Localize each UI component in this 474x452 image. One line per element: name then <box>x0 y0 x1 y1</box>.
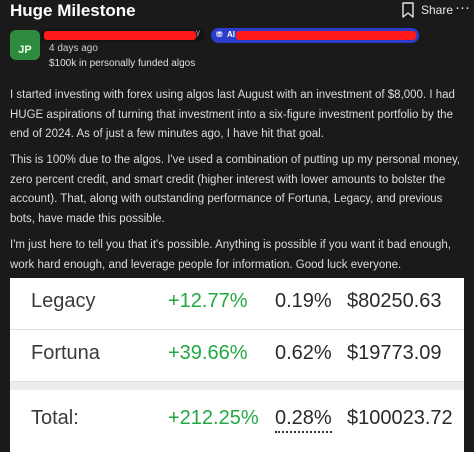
portfolio-row: Legacy +12.77% 0.19% $80250.63 <box>10 278 464 330</box>
avatar[interactable]: JP <box>10 30 40 60</box>
total-label: Total: <box>31 407 79 429</box>
post-title: Huge Milestone <box>10 1 136 20</box>
share-button[interactable]: Share <box>421 3 453 17</box>
author-name-redaction <box>44 31 196 40</box>
portfolio-row: Fortuna +39.66% 0.62% $19773.09 <box>10 330 464 382</box>
portfolio-image[interactable]: Legacy +12.77% 0.19% $80250.63 Fortuna +… <box>10 278 464 452</box>
user-flair: $100k in personally funded algos <box>49 58 196 69</box>
author-name-tail: y <box>196 28 200 37</box>
total-daily-percent: 0.28% <box>275 407 332 433</box>
bot-balance: $19773.09 <box>347 342 442 364</box>
bot-daily-percent: 0.19% <box>275 290 332 312</box>
post-paragraph: I'm just here to tell you that it's poss… <box>10 239 452 271</box>
post-paragraph: This is 100% due to the algos. I've used… <box>10 154 461 225</box>
author-flair-text: Al <box>227 30 235 39</box>
more-icon[interactable]: ··· <box>455 0 470 16</box>
post-header: Huge Milestone Share ··· <box>0 0 474 26</box>
portfolio-total-row: Total: +212.25% 0.28% $100023.72 <box>10 382 464 452</box>
post-timestamp: 4 days ago <box>49 43 98 54</box>
total-balance: $100023.72 <box>347 407 453 429</box>
bot-name: Legacy <box>31 290 96 312</box>
bot-daily-percent: 0.62% <box>275 342 332 364</box>
bot-name: Fortuna <box>31 342 100 364</box>
total-gain: +212.25% <box>168 407 259 429</box>
bot-gain: +12.77% <box>168 290 248 312</box>
bookmark-icon[interactable] <box>401 2 415 18</box>
bot-gain: +39.66% <box>168 342 248 364</box>
author-flair-redaction <box>236 31 416 40</box>
post-paragraph: I started investing with forex using alg… <box>10 89 455 140</box>
coin-stack-icon: ⛃ <box>216 30 223 39</box>
bot-balance: $80250.63 <box>347 290 442 312</box>
